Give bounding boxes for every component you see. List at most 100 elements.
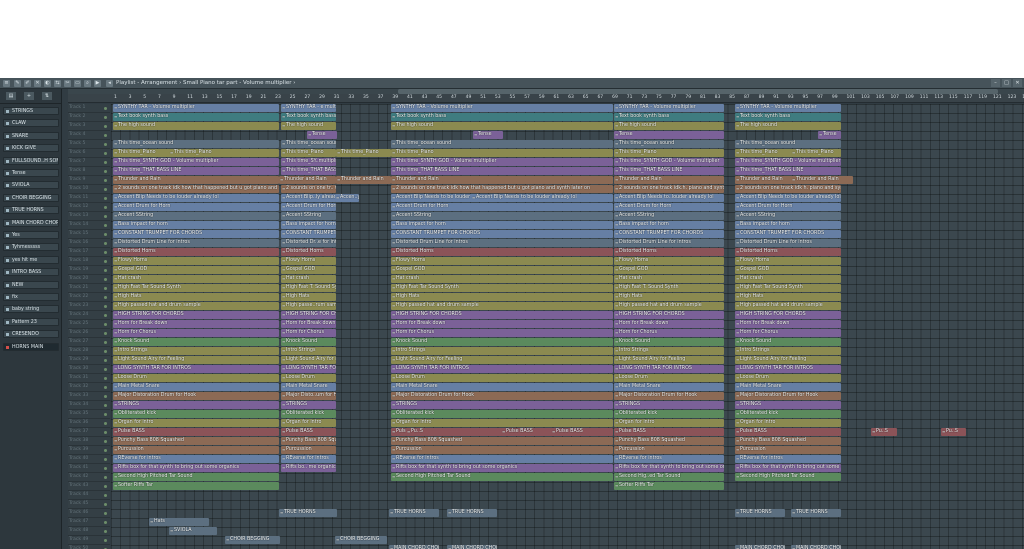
arrangement-clip[interactable]: Rifts box for that synth to bring out so… [113,464,279,472]
arrangement-clip[interactable]: CONSTANT TRUMPET FOR CHORDS [614,230,724,238]
arrangement-clip[interactable]: Hat crash [113,275,279,283]
pattern-item[interactable]: CHOIR BEGGING [3,193,59,202]
arrangement-clip[interactable]: Distorted Drum Line for intros [735,239,841,247]
arrangement-clip[interactable]: Thunder and Rain [279,176,334,184]
track-header[interactable]: Track 26 [68,329,110,338]
arrangement-clip[interactable]: Punchy Bass 808 Squashed [281,437,336,445]
arrangement-clip[interactable]: Distorted Drum Line for intros [113,239,279,247]
track-header[interactable]: Track 49 [68,536,110,545]
arrangement-clip[interactable]: Intro Strings [281,347,336,355]
pattern-item[interactable]: SNARE [3,131,59,140]
track-header[interactable]: Track 23 [68,302,110,311]
arrangement-clip[interactable]: REverse for intros [113,455,279,463]
arrangement-clip[interactable]: Gospel GOD [391,266,613,274]
arrangement-clip[interactable]: Tense [614,131,724,139]
track-header[interactable]: Track 35 [68,410,110,419]
arrangement-clip[interactable]: Accen..y lol [335,194,359,202]
pattern-item[interactable]: TRUE HORNS [3,206,59,215]
arrangement-clip[interactable]: Flowy Horns [281,257,336,265]
arrangement-clip[interactable]: Pulse BASS [614,428,724,436]
arrangement-clip[interactable]: Gospel GOD [614,266,724,274]
track-header[interactable]: Track 47 [68,518,110,527]
track-header[interactable]: Track 37 [68,428,110,437]
arrangement-clip[interactable]: Major Disto..um for Hook [281,392,336,400]
arrangement-clip[interactable]: This time_THAT BASS LINE [281,167,336,175]
arrangement-clip[interactable]: Hats [149,518,209,526]
arrangement-clip[interactable]: High Hats [113,293,279,301]
arrangement-clip[interactable]: TRUE HORNS [791,509,841,517]
paint-tool-icon[interactable]: ✐ [24,80,31,87]
track-header[interactable]: Track 38 [68,437,110,446]
arrangement-clip[interactable]: STRINGS [735,401,841,409]
pattern-item[interactable]: CLAW [3,119,59,128]
arrangement-clip[interactable]: Accent Blip Needs to be louder already l… [113,194,279,202]
pattern-item[interactable]: baby string [3,305,59,314]
arrangement-clip[interactable]: Loose Drum [614,374,724,382]
track-header[interactable]: Track 33 [68,392,110,401]
arrangement-clip[interactable]: Loose Drum [281,374,336,382]
arrangement-clip[interactable]: Gospel GOD [735,266,841,274]
arrangement-clip[interactable]: Text book synth bass [391,113,613,121]
arrangement-clip[interactable]: Second High Pitched Tar Sound [113,473,279,481]
arrangement-clip[interactable]: Text book synth bass [614,113,724,121]
arrangement-clip[interactable]: MAIN CHORD CHORDS [389,545,439,549]
arrangement-clip[interactable]: Organ for intro [614,419,724,427]
track-header[interactable]: Track 48 [68,527,110,536]
pattern-item[interactable]: Pattern 23 [3,317,59,326]
arrangement-clip[interactable]: Softer Riffs Tar [614,482,724,490]
arrangement-clip[interactable]: HIGH STRING FOR CHORDS [735,311,841,319]
arrangement-clip[interactable]: Pu..S [871,428,897,436]
track-header[interactable]: Track 41 [68,464,110,473]
track-header[interactable]: Track 6 [68,149,110,158]
arrangement-clip[interactable]: Loose Drum [391,374,613,382]
arrangement-clip[interactable]: Main Metal Snare [614,383,724,391]
track-header[interactable]: Track 44 [68,491,110,500]
arrangement-clip[interactable]: High Hats [735,293,841,301]
arrangement-clip[interactable]: Flowy Horns [614,257,724,265]
arrangement-clip[interactable]: HIGH STRING FOR CHORDS [614,311,724,319]
track-header[interactable]: Track 4 [68,131,110,140]
arrangement-clip[interactable]: This time_THAT BASS LINE [113,167,279,175]
arrangement-clip[interactable]: Obliterated kick [113,410,279,418]
track-header[interactable]: Track 28 [68,347,110,356]
arrangement-clip[interactable]: Accent Blip Needs to be louder already l… [471,194,611,202]
arrangement-clip[interactable]: Pulse BASS [735,428,841,436]
arrangement-clip[interactable]: High passed hat and drum sample [735,302,841,310]
arrangement-clip[interactable]: Second Hig..ed Tar Sound [614,473,724,481]
pattern-item[interactable]: Yes [3,231,59,239]
minimize-icon[interactable]: – [991,79,1000,87]
arrangement-clip[interactable]: Horn for Chorus [614,329,724,337]
arrangement-clip[interactable]: Accent SString [614,212,724,220]
arrangement-clip[interactable]: This time_SYNTH GOD - Volume multiplier [391,158,613,166]
track-header[interactable]: Track 32 [68,383,110,392]
arrangement-clip[interactable]: LONG SYNTH TAR FOR INTROS [735,365,841,373]
arrangement-clip[interactable]: TRUE HORNS [447,509,497,517]
arrangement-clip[interactable]: Flowy Horns [113,257,279,265]
arrangement-clip[interactable]: Loose Drum [735,374,841,382]
arrangement-clip[interactable]: Obliterated kick [391,410,613,418]
track-header[interactable]: Track 1 [68,104,110,113]
arrangement-clip[interactable]: Horn for Break down [281,320,336,328]
arrangement-clip[interactable]: TRUE HORNS [735,509,785,517]
arrangement-clip[interactable]: CHOIR BEGGING [225,536,280,544]
arrangement-clip[interactable]: Second High Pitched Tar Sound [391,473,613,481]
maximize-icon[interactable]: □ [1002,79,1011,87]
slip-tool-icon[interactable]: ⇆ [54,80,61,87]
track-header[interactable]: Track 21 [68,284,110,293]
arrangement-clip[interactable]: Organ for intro [391,419,613,427]
arrangement-clip[interactable]: Accent SString [113,212,279,220]
arrangement-clip[interactable]: This time_Piano [169,149,224,157]
arrangement-clip[interactable]: Pulse BASS [551,428,601,436]
track-header[interactable]: Track 22 [68,293,110,302]
track-header[interactable]: Track 27 [68,338,110,347]
arrangement-clip[interactable]: REverse for intros [735,455,841,463]
arrangement-clip[interactable]: This time_SYNTH GOD - Volume multiplier [614,158,724,166]
arrangement-grid[interactable]: SYNTHY TAR - Volume multiplierText book … [111,104,1024,549]
arrangement-clip[interactable]: Knock Sound [113,338,279,346]
track-header[interactable]: Track 9 [68,176,110,185]
zoom-tool-icon[interactable]: ⌕ [84,80,91,87]
arrangement-clip[interactable]: This time_THAT BASS LINE [735,167,841,175]
arrangement-clip[interactable]: Knock Sound [281,338,336,346]
arrangement-clip[interactable]: Punchy Bass 808 Squashed [391,437,613,445]
track-header[interactable]: Track 31 [68,374,110,383]
